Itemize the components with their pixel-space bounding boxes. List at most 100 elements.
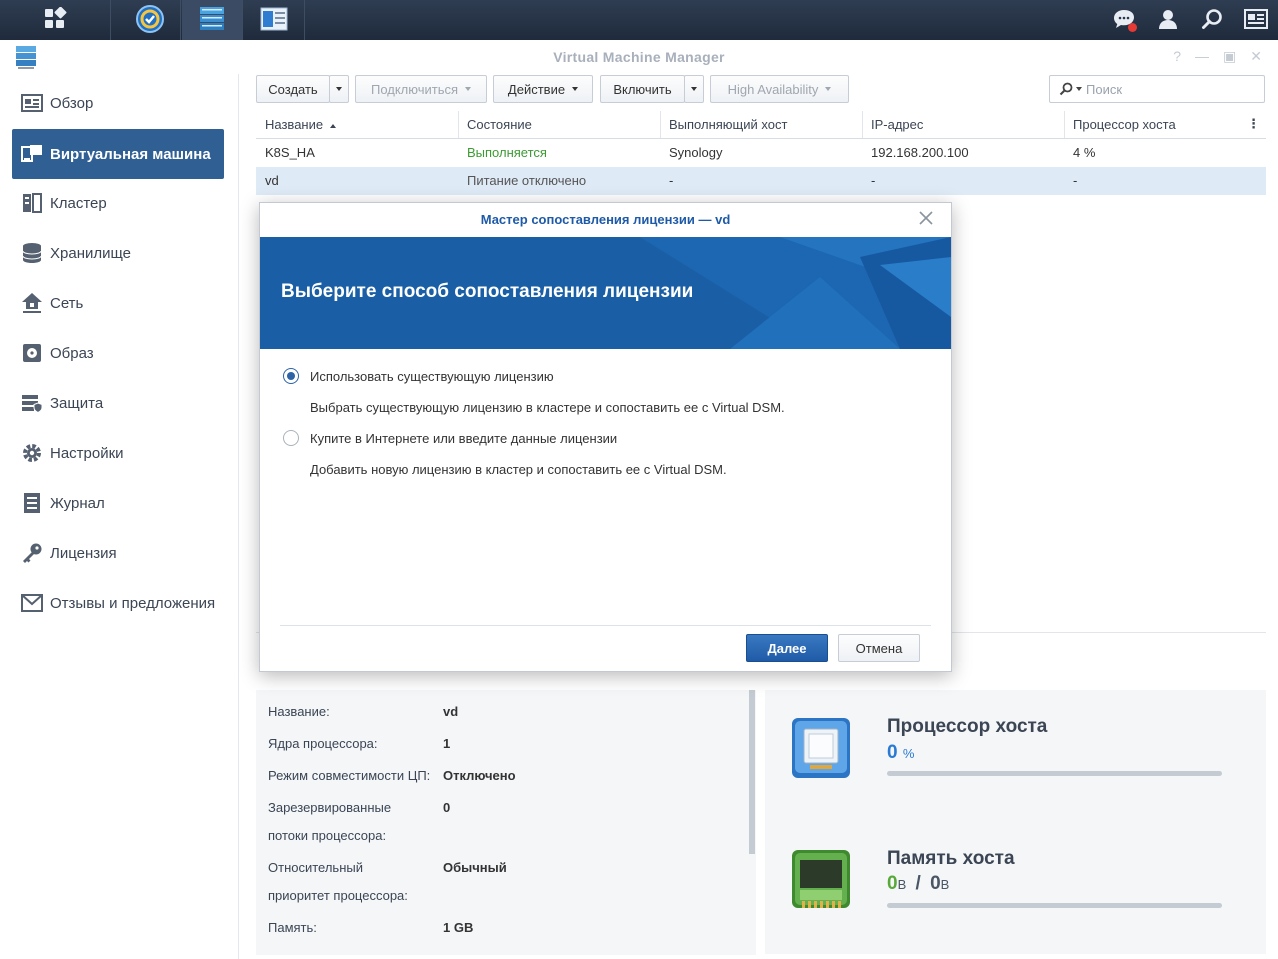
option-existing-license-radio[interactable] xyxy=(283,368,299,384)
next-button[interactable]: Далее xyxy=(746,634,828,662)
cpu-title: Процессор хоста xyxy=(887,716,1048,737)
column-header-label: Название xyxy=(265,117,324,132)
table-row[interactable]: K8S_HA Выполняется Synology 192.168.200.… xyxy=(256,139,1266,167)
sidebar: Обзор Виртуальная машина Кластер Хранили… xyxy=(0,74,239,959)
sidebar-item-label: Настройки xyxy=(50,444,124,462)
minimize-icon[interactable]: — xyxy=(1195,48,1209,65)
sidebar-item-label: Сеть xyxy=(50,294,84,312)
column-header-status[interactable]: Состояние xyxy=(458,111,661,138)
vm-cpu: 4 % xyxy=(1073,145,1096,160)
option-new-license-description: Добавить новую лицензию в кластер и сопо… xyxy=(310,462,727,477)
next-button-label: Далее xyxy=(767,640,807,656)
notification-dot xyxy=(1128,23,1137,32)
sidebar-item-label: Отзывы и предложения xyxy=(50,594,216,612)
help-icon[interactable]: ? xyxy=(1173,48,1181,65)
column-header-label: Состояние xyxy=(467,117,532,132)
sidebar-item-image[interactable]: Образ xyxy=(12,328,224,378)
widgets-icon xyxy=(1244,8,1268,32)
connect-button[interactable]: Подключиться xyxy=(355,75,487,103)
sidebar-item-label: Защита xyxy=(50,394,104,412)
vm-name: vd xyxy=(265,173,279,188)
license-mapping-wizard-dialog: Мастер сопоставления лицензии — vd Выбер… xyxy=(259,202,952,672)
sidebar-item-label: Обзор xyxy=(50,94,94,112)
power-on-dropdown-button[interactable] xyxy=(684,75,704,103)
taskbar-app-backup[interactable] xyxy=(120,0,181,40)
virtual-machine-manager-app-icon xyxy=(197,5,227,36)
user-icon xyxy=(1157,8,1179,33)
search-placeholder: Поиск xyxy=(1086,81,1123,97)
sidebar-item-virtual-machine[interactable]: Виртуальная машина xyxy=(12,129,224,179)
memory-title: Память хоста xyxy=(887,848,1015,869)
column-header-host[interactable]: Выполняющий хост xyxy=(660,111,863,138)
window-titlebar: Virtual Machine Manager ? — ▣ ✕ xyxy=(0,40,1278,75)
sidebar-item-network[interactable]: Сеть xyxy=(12,278,224,328)
protection-icon xyxy=(20,391,44,415)
close-window-icon[interactable]: ✕ xyxy=(1250,48,1262,65)
control-panel-app-icon xyxy=(259,5,289,36)
detail-memory-label: Память: xyxy=(268,920,317,935)
search-field[interactable]: Поиск xyxy=(1049,75,1265,103)
sidebar-item-overview[interactable]: Обзор xyxy=(12,78,224,128)
option-existing-license-label[interactable]: Использовать существующую лицензию xyxy=(310,369,554,384)
memory-used: 0 xyxy=(887,873,898,894)
main-menu-button[interactable] xyxy=(0,0,111,40)
memory-module-icon xyxy=(790,848,852,915)
chevron-down-icon xyxy=(1076,87,1082,91)
action-button[interactable]: Действие xyxy=(493,75,593,103)
memory-usage-bar xyxy=(887,903,1222,908)
chevron-down-icon xyxy=(465,87,472,91)
widgets-button[interactable] xyxy=(1234,0,1278,40)
maximize-icon[interactable]: ▣ xyxy=(1223,48,1236,65)
detail-compat-label: Режим совместимости ЦП: xyxy=(268,768,431,783)
detail-name-value: vd xyxy=(443,704,459,719)
column-header-name[interactable]: Название xyxy=(256,111,459,138)
create-button[interactable]: Создать xyxy=(256,75,330,103)
sidebar-item-log[interactable]: Журнал xyxy=(12,478,224,528)
memory-total: 0 xyxy=(930,873,941,894)
vm-ip: 192.168.200.100 xyxy=(871,145,969,160)
notifications-button[interactable] xyxy=(1102,0,1146,40)
sidebar-item-settings[interactable]: Настройки xyxy=(12,428,224,478)
cpu-unit: % xyxy=(902,746,915,761)
detail-memory-value: 1 GB xyxy=(443,920,474,935)
vm-name: K8S_HA xyxy=(265,145,315,160)
taskbar-app-control-panel[interactable] xyxy=(244,0,305,40)
vm-cpu: - xyxy=(1073,173,1078,188)
sidebar-item-feedback[interactable]: Отзывы и предложения xyxy=(12,578,224,628)
dialog-title: Мастер сопоставления лицензии — vd xyxy=(480,212,731,227)
sidebar-item-protection[interactable]: Защита xyxy=(12,378,224,428)
dialog-banner: Выберите способ сопоставления лицензии xyxy=(260,237,951,349)
detail-priority-value: Обычный xyxy=(443,860,507,875)
cancel-button[interactable]: Отмена xyxy=(838,634,920,662)
create-dropdown-button[interactable] xyxy=(329,75,349,103)
close-icon[interactable] xyxy=(919,211,935,227)
sidebar-item-license[interactable]: Лицензия xyxy=(12,528,224,578)
network-icon xyxy=(20,291,44,315)
sidebar-item-label: Кластер xyxy=(50,194,107,212)
sidebar-item-cluster[interactable]: Кластер xyxy=(12,178,224,228)
sidebar-item-storage[interactable]: Хранилище xyxy=(12,228,224,278)
vm-host: Synology xyxy=(669,145,723,160)
power-on-button[interactable]: Включить xyxy=(600,75,685,103)
taskbar-app-vmm[interactable] xyxy=(182,0,243,40)
host-resources-panel: Процессор хоста 0 % Память хоста 0B / 0B xyxy=(765,690,1266,954)
memory-used-unit: B xyxy=(897,877,907,892)
search-button[interactable] xyxy=(1190,0,1234,40)
sidebar-item-label: Журнал xyxy=(50,494,105,512)
column-header-ip[interactable]: IP-адрес xyxy=(862,111,1065,138)
option-new-license-label[interactable]: Купите в Интернете или введите данные ли… xyxy=(310,431,617,446)
detail-cores-value: 1 xyxy=(443,736,451,751)
column-header-host-cpu[interactable]: Процессор хоста xyxy=(1064,111,1248,138)
power-on-button-label: Включить xyxy=(613,81,672,97)
sort-ascending-icon xyxy=(329,123,336,128)
details-scrollbar[interactable] xyxy=(749,690,755,854)
detail-name-label: Название: xyxy=(268,704,330,719)
high-availability-button[interactable]: High Availability xyxy=(710,75,849,103)
option-new-license-radio[interactable] xyxy=(283,430,299,446)
create-button-label: Создать xyxy=(268,81,318,97)
cpu-chip-icon xyxy=(790,716,852,783)
vm-ip: - xyxy=(871,173,876,188)
user-button[interactable] xyxy=(1146,0,1190,40)
column-options-icon[interactable]: ⋮ xyxy=(1247,116,1260,132)
table-row[interactable]: vd Питание отключено - - - xyxy=(256,167,1266,195)
